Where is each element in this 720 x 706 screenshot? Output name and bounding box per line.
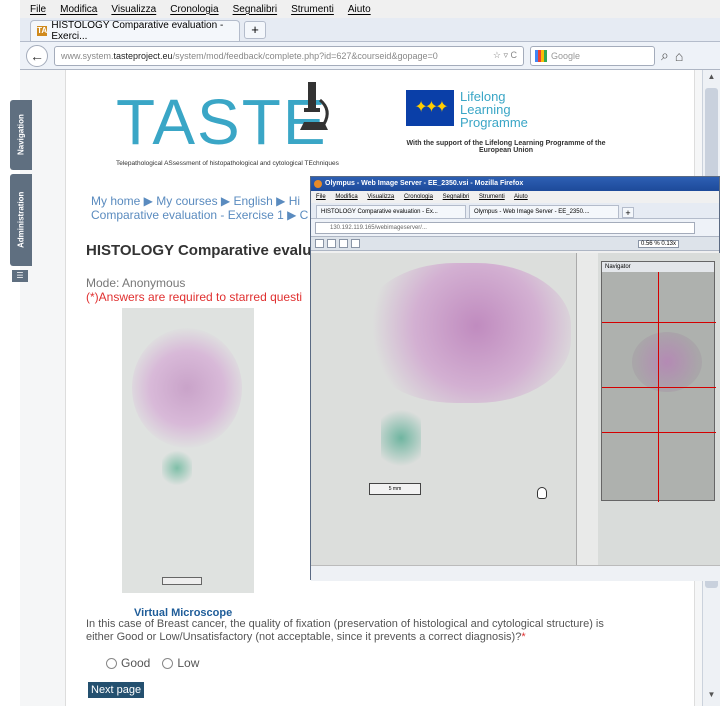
search-box[interactable]: Google: [530, 45, 655, 66]
hand-cursor-icon: [537, 487, 547, 499]
url-bar[interactable]: www.system. tasteproject.eu/system/mod/fe…: [54, 45, 524, 66]
required-star: *: [521, 631, 526, 643]
radio-low[interactable]: [162, 657, 174, 669]
menu-segnalibri[interactable]: Segnalibri: [233, 4, 277, 15]
slide-thumbnail[interactable]: [122, 308, 254, 593]
eu-programme-logo: ✦✦✦ Lifelong Learning Programme: [406, 90, 576, 135]
navigation-toolbar: ← www.system. tasteproject.eu/system/mod/…: [20, 42, 720, 70]
viewer-hscrollbar[interactable]: [311, 565, 720, 581]
microscope-icon: [300, 82, 329, 130]
dock-menu-icon[interactable]: ☰: [12, 270, 28, 282]
viewer-tab-histology[interactable]: HISTOLOGY Comparative evaluation - Ex...: [316, 205, 466, 218]
url-prefix: www.system.: [61, 50, 114, 61]
tool-select-icon[interactable]: [327, 239, 336, 248]
breadcrumb-line-1[interactable]: My home ▶ My courses ▶ English ▶ Hi: [91, 194, 308, 208]
dock-navigation[interactable]: Navigation: [10, 100, 32, 170]
eu-flag-icon: ✦✦✦: [406, 90, 454, 126]
viewer-menu-strumenti[interactable]: Strumenti: [479, 194, 505, 200]
url-path: /system/mod/feedback/complete.php?id=627…: [172, 50, 438, 61]
viewer-menu-bar: File Modifica Visualizza Cronologia Segn…: [311, 191, 719, 203]
url-domain: tasteproject.eu: [113, 50, 173, 61]
slide-viewer[interactable]: 5 mm Navigator: [311, 253, 720, 581]
browser-window: File Modifica Visualizza Cronologia Segn…: [10, 0, 720, 706]
viewer-tab-olympus[interactable]: Olympus - Web Image Server - EE_2350....: [469, 205, 619, 218]
navigator-line-3: [602, 432, 716, 433]
viewer-menu-cronologia[interactable]: Cronologia: [404, 194, 433, 200]
tissue-region: [132, 328, 242, 448]
navigator-line-2: [602, 387, 716, 388]
tool-pan-icon[interactable]: [315, 239, 324, 248]
viewer-menu-segnalibri[interactable]: Segnalibri: [443, 194, 470, 200]
viewer-tissue: [361, 263, 571, 403]
navigator-thumbnail: [632, 332, 702, 392]
menu-bar: File Modifica Visualizza Cronologia Segn…: [20, 0, 720, 18]
logo-subtitle: Telepathological ASsessment of histopath…: [116, 160, 339, 167]
logo-word: TASTE: [116, 86, 328, 158]
navigator-title: Navigator: [602, 262, 714, 272]
search-icon[interactable]: ⌕: [661, 47, 669, 64]
search-placeholder: Google: [551, 50, 581, 61]
navigator-line-1: [602, 322, 716, 323]
slide-canvas[interactable]: 5 mm: [311, 253, 576, 565]
viewer-menu-modifica[interactable]: Modifica: [335, 194, 357, 200]
viewer-menu-visualizza[interactable]: Visualizza: [367, 194, 394, 200]
olympus-viewer-window: Olympus - Web Image Server - EE_2350.vsi…: [310, 176, 720, 581]
breadcrumb[interactable]: My home ▶ My courses ▶ English ▶ Hi Comp…: [91, 194, 308, 222]
new-tab-button[interactable]: +: [244, 21, 266, 39]
scroll-up-icon[interactable]: ▲: [705, 72, 718, 84]
scroll-down-icon[interactable]: ▼: [705, 690, 718, 702]
required-note: (*)Answers are required to starred quest…: [86, 290, 303, 304]
option-low[interactable]: Low: [162, 656, 199, 670]
bookmark-star-icon[interactable]: ☆ ▿ C: [493, 50, 517, 61]
viewer-tissue-green: [381, 403, 421, 473]
back-button[interactable]: ←: [26, 44, 48, 67]
taste-logo: TASTE Telepathological ASsessment of his…: [116, 90, 396, 170]
slide-scalebar: [162, 577, 202, 585]
viewer-tab-bar: HISTOLOGY Comparative evaluation - Ex...…: [311, 203, 719, 219]
next-page-button[interactable]: Next page: [88, 682, 145, 698]
viewer-new-tab-button[interactable]: +: [622, 207, 634, 218]
programme-line-3: Programme: [460, 115, 528, 130]
tissue-region-green: [162, 448, 192, 488]
tab-title: HISTOLOGY Comparative evaluation - Exerc…: [51, 20, 224, 42]
viewer-nav-toolbar: 130.192.119.165/webimageserver/...: [311, 219, 719, 237]
menu-modifica[interactable]: Modifica: [60, 4, 97, 15]
google-icon: [535, 49, 547, 62]
menu-cronologia[interactable]: Cronologia: [170, 4, 218, 15]
home-icon[interactable]: ⌂: [675, 48, 683, 64]
question-text: In this case of Breast cancer, the quali…: [86, 618, 626, 644]
radio-good[interactable]: [106, 657, 117, 669]
menu-visualizza[interactable]: Visualizza: [111, 4, 156, 15]
programme-name: Lifelong Learning Programme: [460, 90, 528, 135]
navigator-panel[interactable]: Navigator: [601, 261, 716, 502]
menu-strumenti[interactable]: Strumenti: [291, 4, 334, 15]
option-good-label: Good: [121, 656, 151, 670]
viewer-menu-file[interactable]: File: [316, 194, 326, 200]
site-favicon-icon: TA: [37, 26, 48, 36]
viewer-scale: 5 mm: [369, 483, 421, 495]
menu-file[interactable]: File: [30, 4, 46, 15]
question-body: In this case of Breast cancer, the quali…: [86, 618, 604, 643]
viewer-menu-aiuto[interactable]: Aiuto: [514, 194, 528, 200]
breadcrumb-line-2[interactable]: Comparative evaluation - Exercise 1 ▶ C: [91, 208, 308, 222]
viewer-url-bar[interactable]: 130.192.119.165/webimageserver/...: [315, 221, 695, 234]
menu-aiuto[interactable]: Aiuto: [348, 4, 371, 15]
eu-caption: With the support of the Lifelong Learnin…: [406, 140, 606, 154]
dock-administration[interactable]: Administration: [10, 174, 32, 266]
option-good[interactable]: Good: [106, 656, 150, 670]
zoom-readout: 0.56 % 0.13x: [637, 239, 679, 248]
tool-info-icon[interactable]: [339, 239, 348, 248]
mode-label: Mode: Anonymous: [86, 276, 186, 290]
side-dock: Navigation Administration ☰: [10, 100, 34, 282]
navigator-grid: [602, 272, 716, 502]
tool-fit-icon[interactable]: [351, 239, 360, 248]
page-title: HISTOLOGY Comparative evalua: [86, 242, 320, 259]
viewer-toolbar: 0.56 % 0.13x: [311, 237, 719, 251]
tab-histology[interactable]: TA HISTOLOGY Comparative evaluation - Ex…: [30, 20, 240, 42]
viewer-divider: [576, 253, 598, 565]
tab-bar: TA HISTOLOGY Comparative evaluation - Ex…: [20, 18, 720, 42]
answer-options: Good Low: [106, 656, 199, 670]
viewer-title-bar: Olympus - Web Image Server - EE_2350.vsi…: [311, 177, 719, 191]
option-low-label: Low: [177, 656, 200, 670]
